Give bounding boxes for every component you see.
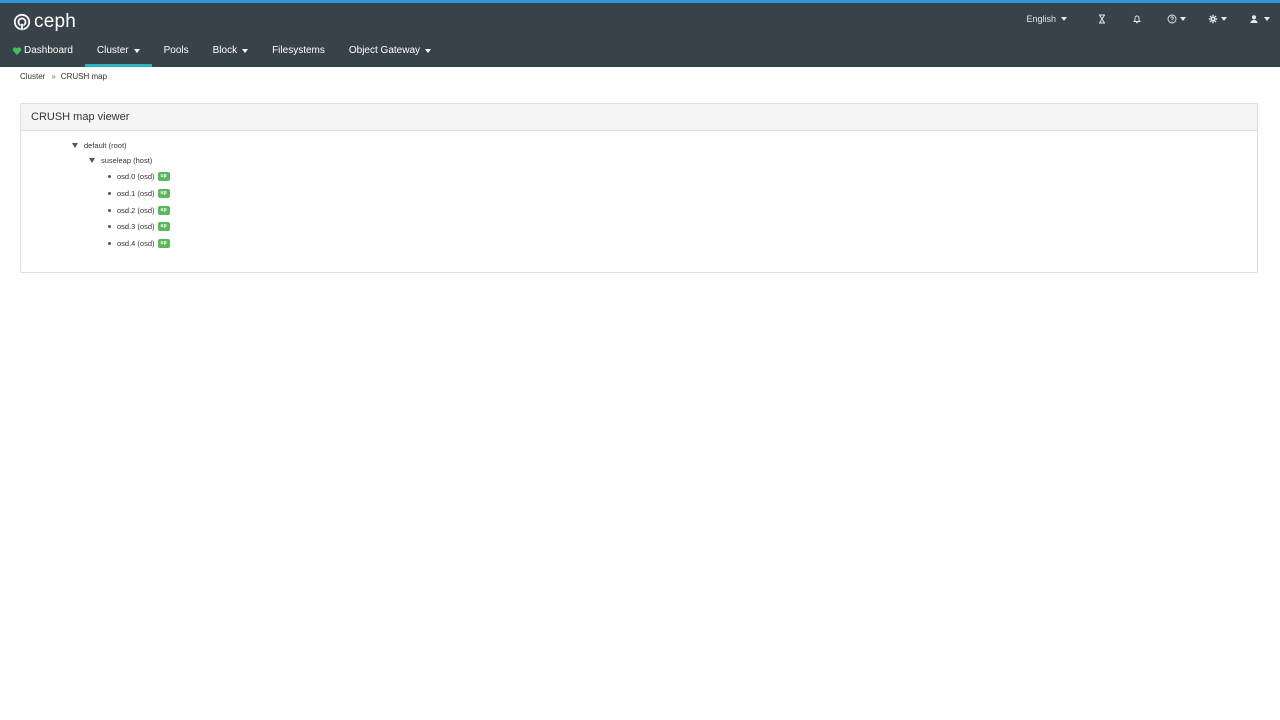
chevron-down-icon	[133, 49, 140, 53]
osd-label: osd.4 (osd)	[117, 239, 155, 248]
crush-map-panel: CRUSH map viewer default (root) suseleap…	[20, 103, 1258, 273]
expand-triangle-icon[interactable]	[89, 158, 95, 163]
tree-node-label: default (root)	[84, 141, 127, 150]
top-navbar: ceph English Dashboard Cluster Pools Blo…	[0, 0, 1280, 67]
bullet-icon	[108, 225, 111, 228]
bullet-icon	[108, 192, 111, 195]
osd-label: osd.3 (osd)	[117, 222, 155, 231]
ceph-logo[interactable]: ceph	[13, 11, 76, 33]
chevron-down-icon	[1180, 17, 1186, 21]
tree-node-host[interactable]: suseleap (host)	[89, 156, 152, 165]
breadcrumb-current: CRUSH map	[60, 72, 108, 81]
double-chevron-right-icon: »	[51, 72, 56, 81]
nav-cluster-label: Cluster	[96, 45, 129, 56]
user-icon	[1247, 12, 1261, 26]
tree-node-root[interactable]: default (root)	[72, 141, 127, 150]
ceph-logo-icon	[13, 13, 31, 31]
tree-node-label: suseleap (host)	[101, 156, 153, 165]
chevron-down-icon	[1221, 17, 1227, 21]
user-menu[interactable]	[1247, 12, 1270, 26]
chevron-down-icon	[425, 49, 432, 53]
nav-block[interactable]: Block	[201, 39, 260, 67]
tree-node-osd[interactable]: osd.1 (osd) up	[108, 189, 170, 198]
settings-menu[interactable]	[1206, 12, 1227, 26]
hourglass-icon[interactable]	[1095, 12, 1109, 26]
chevron-down-icon	[1061, 17, 1067, 21]
status-badge: up	[157, 172, 170, 181]
utility-menu: English	[1026, 9, 1270, 29]
heart-icon	[12, 47, 22, 55]
bullet-icon	[108, 209, 111, 212]
bullet-icon	[108, 175, 111, 178]
nav-object-gateway[interactable]: Object Gateway	[337, 39, 443, 67]
brand-name: ceph	[34, 11, 77, 32]
status-badge: up	[157, 189, 170, 198]
nav-block-label: Block	[212, 45, 238, 56]
nav-object-gateway-label: Object Gateway	[348, 45, 421, 56]
panel-title: CRUSH map viewer	[31, 111, 130, 123]
language-selector[interactable]: English	[1026, 14, 1067, 24]
help-icon	[1165, 12, 1179, 26]
bell-icon[interactable]	[1130, 12, 1144, 26]
language-label: English	[1026, 14, 1056, 24]
nav-dashboard[interactable]: Dashboard	[0, 39, 85, 67]
chevron-down-icon	[242, 49, 249, 53]
status-badge: up	[157, 222, 170, 231]
status-badge: up	[157, 239, 170, 248]
gear-icon	[1206, 12, 1220, 26]
osd-label: osd.1 (osd)	[117, 189, 155, 198]
nav-dashboard-label: Dashboard	[24, 45, 73, 56]
osd-label: osd.0 (osd)	[117, 172, 155, 181]
help-menu[interactable]	[1165, 12, 1186, 26]
nav-filesystems-label: Filesystems	[272, 45, 325, 56]
chevron-down-icon	[1264, 17, 1270, 21]
breadcrumb-cluster[interactable]: Cluster	[20, 72, 45, 81]
status-badge: up	[157, 206, 170, 215]
main-nav: Dashboard Cluster Pools Block Filesystem…	[0, 39, 443, 67]
bullet-icon	[108, 242, 111, 245]
nav-pools[interactable]: Pools	[152, 39, 201, 67]
expand-triangle-icon[interactable]	[72, 143, 78, 148]
nav-cluster[interactable]: Cluster	[84, 39, 152, 67]
tree-node-osd[interactable]: osd.3 (osd) up	[108, 222, 170, 231]
osd-label: osd.2 (osd)	[117, 206, 155, 215]
nav-filesystems[interactable]: Filesystems	[260, 39, 337, 67]
breadcrumb: Cluster » CRUSH map	[20, 72, 107, 81]
tree-node-osd[interactable]: osd.2 (osd) up	[108, 206, 170, 215]
panel-header: CRUSH map viewer	[21, 104, 1257, 131]
nav-pools-label: Pools	[163, 45, 189, 56]
tree-node-osd[interactable]: osd.0 (osd) up	[108, 172, 170, 181]
tree-node-osd[interactable]: osd.4 (osd) up	[108, 239, 170, 248]
